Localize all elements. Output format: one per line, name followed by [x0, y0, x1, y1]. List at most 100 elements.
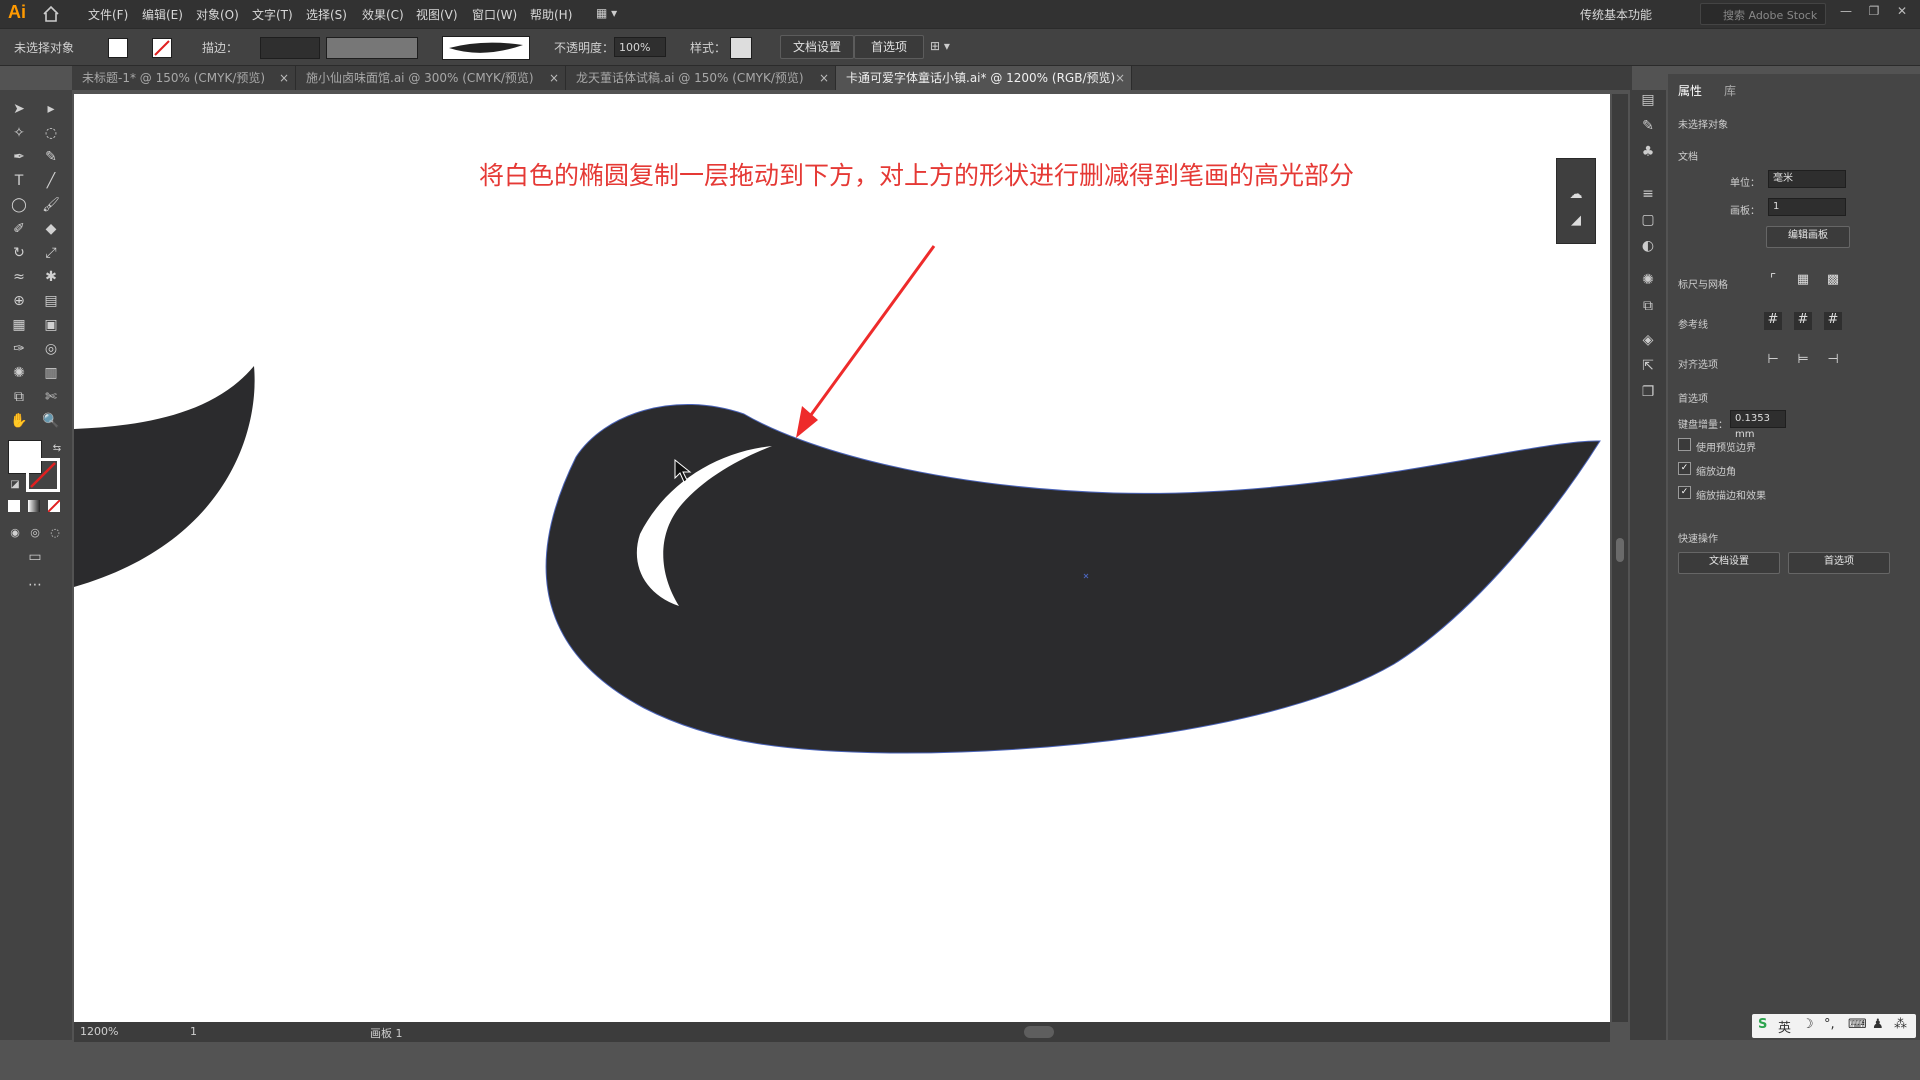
unit-select[interactable]: 毫米 — [1768, 170, 1846, 188]
scale-corners-checkbox[interactable]: ✓ — [1678, 462, 1691, 475]
menu-window[interactable]: 窗口(W) — [472, 6, 517, 23]
close-window-icon[interactable]: ✕ — [1892, 4, 1912, 22]
gradient-icon[interactable]: ▢ — [1638, 212, 1658, 232]
appearance-icon[interactable]: ✺ — [1638, 272, 1658, 292]
puppet-warp-icon[interactable]: ✱ — [40, 266, 62, 288]
pen-tool-icon[interactable]: ✒ — [8, 146, 30, 168]
lasso-icon[interactable]: ◌ — [40, 122, 62, 144]
variable-width-profile[interactable] — [326, 37, 418, 59]
minimize-icon[interactable]: — — [1836, 4, 1856, 22]
menu-edit[interactable]: 编辑(E) — [142, 6, 183, 23]
mesh-tool-icon[interactable]: ▦ — [8, 314, 30, 336]
gradient-panel-icon[interactable]: ◢ — [1567, 213, 1585, 231]
shaper-tool-icon[interactable]: ✐ — [8, 218, 30, 240]
selection-tool-icon[interactable]: ➤ — [8, 98, 30, 120]
ime-moon-icon[interactable]: ☽ — [1802, 1017, 1814, 1032]
smart-guides-icon[interactable]: # — [1824, 312, 1842, 330]
scale-tool-icon[interactable]: ⤢ — [40, 242, 62, 264]
eyedropper-icon[interactable]: ✑ — [8, 338, 30, 360]
restore-icon[interactable]: ❐ — [1864, 4, 1884, 22]
blend-tool-icon[interactable]: ◎ — [40, 338, 62, 360]
align-icon[interactable]: ⊞ ▾ — [930, 39, 950, 53]
fill-swatch[interactable] — [108, 38, 128, 58]
snap-to-glyph-icon[interactable]: ⊣ — [1824, 352, 1842, 370]
arrange-documents-icon[interactable]: ▦ ▾ — [596, 6, 626, 22]
brushes-icon[interactable]: ✎ — [1638, 118, 1658, 138]
ime-user-icon[interactable]: ♟ — [1872, 1017, 1884, 1032]
draw-inside-icon[interactable]: ◌ — [44, 522, 66, 544]
line-tool-icon[interactable]: ╱ — [40, 170, 62, 192]
ime-toolbar[interactable]: S 英 ☽ °, ⌨ ♟ ⁂ — [1752, 1014, 1916, 1038]
show-guides-icon[interactable]: # — [1764, 312, 1782, 330]
doc-setup-button[interactable]: 文档设置 — [780, 35, 854, 59]
vertical-scroll-thumb[interactable] — [1616, 538, 1624, 562]
snap-to-pixel-icon[interactable]: ⊨ — [1794, 352, 1812, 370]
zoom-level[interactable]: 1200% — [80, 1025, 118, 1038]
menu-help[interactable]: 帮助(H) — [530, 6, 572, 23]
brush-definition[interactable] — [442, 36, 530, 60]
graphic-styles-icon[interactable]: ⧉ — [1638, 298, 1658, 318]
tab-properties[interactable]: 属性 — [1678, 82, 1702, 99]
artboard-tool-icon[interactable]: ⧉ — [8, 386, 30, 408]
none-mode-icon[interactable] — [47, 499, 61, 513]
menu-object[interactable]: 对象(O) — [196, 6, 239, 23]
menu-file[interactable]: 文件(F) — [88, 6, 128, 23]
menu-select[interactable]: 选择(S) — [306, 6, 347, 23]
stroke-weight-field[interactable] — [260, 37, 320, 59]
shape-builder-icon[interactable]: ⊕ — [8, 290, 30, 312]
symbol-sprayer-icon[interactable]: ✺ — [8, 362, 30, 384]
workspace-switcher[interactable]: 传统基本功能 — [1580, 6, 1652, 23]
quick-preferences-button[interactable]: 首选项 — [1788, 552, 1890, 574]
artboards-icon[interactable]: ❐ — [1638, 384, 1658, 404]
export-icon[interactable]: ⇱ — [1638, 358, 1658, 378]
stroke-color-icon[interactable] — [26, 458, 60, 492]
use-preview-bounds-checkbox[interactable] — [1678, 438, 1691, 451]
transparency-icon[interactable]: ◐ — [1638, 238, 1658, 258]
close-tab-icon[interactable]: × — [1115, 66, 1125, 90]
artboard-number[interactable]: 1 — [190, 1025, 197, 1038]
stroke-swatch[interactable] — [152, 38, 172, 58]
tab-doc-1[interactable]: 未标题-1* @ 150% (CMYK/预览) × — [72, 66, 296, 90]
artboard-canvas[interactable]: 将白色的椭圆复制一层拖动到下方，对上方的形状进行删减得到笔画的高光部分 — [74, 94, 1610, 1022]
tab-libraries[interactable]: 库 — [1724, 82, 1736, 99]
graphic-style-swatch[interactable] — [730, 37, 752, 59]
ime-language[interactable]: 英 — [1778, 1017, 1791, 1036]
opacity-field[interactable]: 100% — [614, 37, 666, 57]
rotate-tool-icon[interactable]: ↻ — [8, 242, 30, 264]
graph-tool-icon[interactable]: ▥ — [40, 362, 62, 384]
tab-doc-3[interactable]: 龙天董话体试稿.ai @ 150% (CMYK/预览) × — [566, 66, 836, 90]
eraser-icon[interactable]: ◆ — [40, 218, 62, 240]
layers-icon[interactable]: ◈ — [1638, 332, 1658, 352]
ellipse-tool-icon[interactable]: ◯ — [8, 194, 30, 216]
gradient-tool-icon[interactable]: ▣ — [40, 314, 62, 336]
snap-to-point-icon[interactable]: ⊢ — [1764, 352, 1782, 370]
cc-libraries-icon[interactable]: ☁ — [1567, 187, 1585, 205]
vertical-scrollbar[interactable] — [1612, 94, 1628, 1022]
scale-strokes-checkbox[interactable]: ✓ — [1678, 486, 1691, 499]
paintbrush-icon[interactable]: 🖌 — [40, 194, 62, 216]
quick-doc-setup-button[interactable]: 文档设置 — [1678, 552, 1780, 574]
symbols-icon[interactable]: ♣ — [1638, 144, 1658, 164]
grid-icon[interactable]: ▦ — [1794, 272, 1812, 290]
color-mode-icon[interactable] — [8, 500, 20, 512]
curvature-tool-icon[interactable]: ✎ — [40, 146, 62, 168]
screen-mode-icon[interactable]: ▭ — [24, 546, 46, 568]
properties-panel-icon[interactable]: ▤ — [1638, 92, 1658, 112]
direct-selection-tool-icon[interactable]: ▸ — [40, 98, 62, 120]
menu-type[interactable]: 文字(T) — [252, 6, 293, 23]
swap-colors-icon[interactable]: ⇆ — [46, 438, 68, 460]
perspective-grid-icon[interactable]: ▤ — [40, 290, 62, 312]
keyboard-increment-field[interactable]: 0.1353 mm — [1730, 410, 1786, 440]
magic-wand-icon[interactable]: ✧ — [8, 122, 30, 144]
tab-doc-2[interactable]: 施小仙卤味面馆.ai @ 300% (CMYK/预览) × — [296, 66, 566, 90]
ime-keyboard-icon[interactable]: ⌨ — [1848, 1017, 1867, 1032]
rulers-icon[interactable]: ⌜ — [1764, 272, 1782, 290]
home-icon[interactable] — [42, 5, 60, 23]
artboard-select[interactable]: 1 — [1768, 198, 1846, 216]
edit-toolbar-icon[interactable]: ⋯ — [24, 574, 46, 596]
hand-tool-icon[interactable]: ✋ — [8, 410, 30, 432]
menu-view[interactable]: 视图(V) — [416, 6, 458, 23]
close-tab-icon[interactable]: × — [819, 66, 829, 90]
edit-artboards-button[interactable]: 编辑画板 — [1766, 226, 1850, 248]
horizontal-scroll-thumb[interactable] — [1024, 1026, 1054, 1038]
